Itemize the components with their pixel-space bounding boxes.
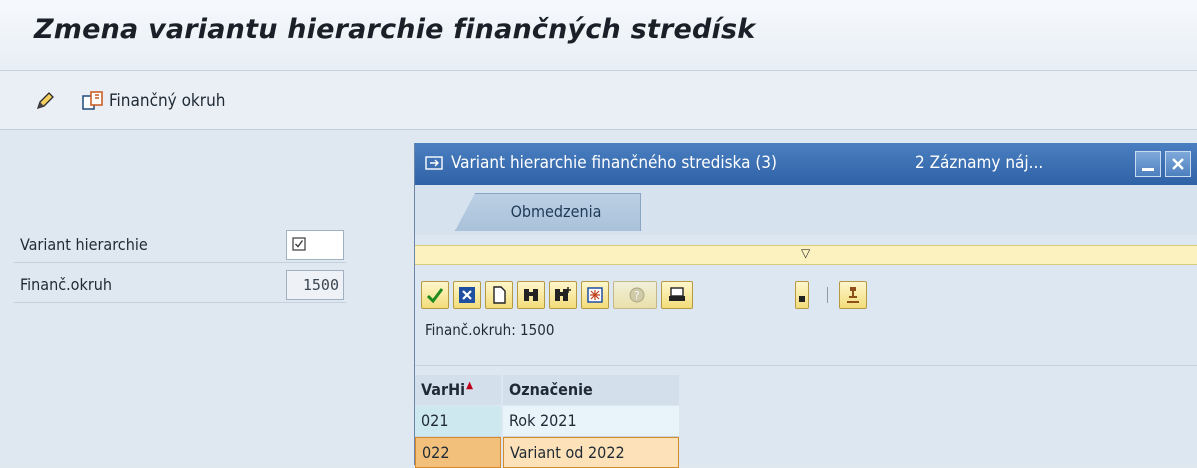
cell-varhi[interactable]: 021 <box>415 406 501 437</box>
tab-restrictions[interactable]: Obmedzenia <box>455 193 641 231</box>
application-toolbar: Finančný okruh <box>0 71 1197 130</box>
field-separator <box>14 262 346 263</box>
financial-area-field: 1500 <box>286 270 344 300</box>
help-button[interactable]: ? <box>613 281 657 309</box>
column-header-label: VarHi <box>421 380 466 399</box>
find-next-icon <box>555 287 571 301</box>
dialog-toolbar: ? <box>415 271 1197 317</box>
restrictions-collapse-bar[interactable]: ▽ <box>415 245 1197 265</box>
find-icon <box>524 289 538 301</box>
print-button[interactable] <box>661 281 693 309</box>
filter-info: Finanč.okruh: 1500 <box>425 321 555 339</box>
chevron-down-icon[interactable]: ▽ <box>801 246 810 260</box>
check-icon <box>426 288 444 304</box>
record-count: 2 Záznamy náj... <box>915 153 1044 173</box>
continue-button[interactable] <box>421 281 449 309</box>
new-button[interactable] <box>485 281 513 309</box>
tab-strip: Obmedzenia <box>415 185 1197 235</box>
svg-text:?: ? <box>634 289 640 302</box>
minimize-icon <box>1142 168 1154 171</box>
cancel-icon <box>459 287 475 303</box>
dialog-window-icon <box>425 156 443 170</box>
dropdown-arrow-icon <box>799 296 805 302</box>
pin-button[interactable] <box>839 281 867 309</box>
dialog-title-bar: Variant hierarchie finančného strediska … <box>415 143 1197 185</box>
print-dropdown[interactable] <box>795 281 809 309</box>
pin-icon <box>847 287 859 303</box>
hierarchy-variant-input[interactable] <box>286 230 344 260</box>
close-button[interactable] <box>1165 151 1191 177</box>
find-button[interactable] <box>517 281 545 309</box>
dialog-title: Variant hierarchie finančného strediska … <box>451 153 777 173</box>
print-icon <box>669 287 685 301</box>
financial-area-label: Finanč.okruh <box>20 275 112 294</box>
filter-separator <box>415 365 1197 366</box>
select-icon <box>587 287 603 303</box>
financial-area-button[interactable]: Finančný okruh <box>109 91 225 111</box>
cell-oznacenie[interactable]: Variant od 2022 <box>503 437 679 468</box>
pencil-icon[interactable] <box>34 90 56 112</box>
close-icon <box>1172 158 1184 170</box>
cell-oznacenie[interactable]: Rok 2021 <box>503 406 679 437</box>
toolbar-separator <box>827 287 828 303</box>
field-separator <box>14 302 346 303</box>
copy-area-icon[interactable] <box>82 90 104 112</box>
new-icon <box>493 286 506 304</box>
column-header-varhi[interactable]: VarHi▲ <box>415 375 501 405</box>
value-help-dialog: Variant hierarchie finančného strediska … <box>414 143 1197 468</box>
minimize-button[interactable] <box>1135 151 1161 177</box>
select-button[interactable] <box>581 281 609 309</box>
sort-ascending-icon: ▲ <box>466 380 473 391</box>
page-title: Zmena variantu hierarchie finančných str… <box>34 14 756 45</box>
cancel-button[interactable] <box>453 281 481 309</box>
f4-help-icon[interactable] <box>292 237 306 251</box>
column-header-oznacenie[interactable]: Označenie <box>503 375 679 405</box>
cell-varhi[interactable]: 022 <box>415 437 501 468</box>
find-next-button[interactable] <box>549 281 577 309</box>
help-icon: ? <box>629 287 645 303</box>
hierarchy-variant-label: Variant hierarchie <box>20 235 148 254</box>
title-bar: Zmena variantu hierarchie finančných str… <box>0 0 1197 71</box>
